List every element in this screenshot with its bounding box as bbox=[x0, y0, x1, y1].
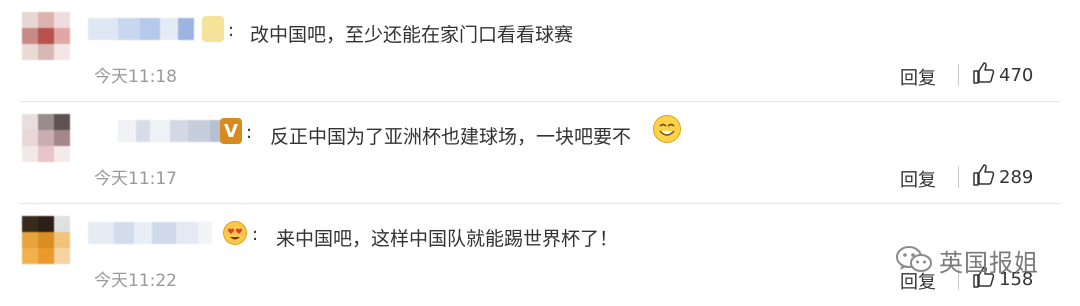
username-blurred[interactable] bbox=[88, 222, 212, 244]
reply-button[interactable]: 回复 bbox=[900, 166, 936, 192]
heart-eyes-emoji-icon bbox=[223, 221, 247, 245]
watermark: 英国报姐 bbox=[895, 244, 1039, 277]
thumbs-up-icon[interactable] bbox=[972, 163, 996, 187]
smile-emoji-icon bbox=[653, 115, 681, 143]
thumbs-up-icon[interactable] bbox=[972, 61, 996, 85]
comment-time: 今天11:22 bbox=[94, 271, 177, 291]
username-blurred[interactable] bbox=[118, 120, 236, 142]
wechat-icon bbox=[896, 246, 932, 272]
avatar[interactable] bbox=[22, 216, 70, 264]
comment-time: 今天11:18 bbox=[94, 67, 177, 87]
like-count: 470 bbox=[999, 65, 1034, 86]
separator bbox=[958, 64, 959, 86]
comment-item: V : 反正中国为了亚洲杯也建球场，一块吧要不 今天11:17 回复 289 bbox=[0, 102, 1080, 204]
comment-text: 反正中国为了亚洲杯也建球场，一块吧要不 bbox=[270, 126, 632, 148]
comment-item: : 改中国吧，至少还能在家门口看看球赛 今天11:18 回复 470 bbox=[0, 0, 1080, 102]
username-blurred[interactable] bbox=[88, 18, 194, 40]
separator bbox=[958, 166, 959, 188]
reply-button[interactable]: 回复 bbox=[900, 64, 936, 90]
comment-time: 今天11:17 bbox=[94, 169, 177, 189]
colon: : bbox=[252, 224, 259, 245]
colon: : bbox=[228, 20, 235, 41]
comment-text: 来中国吧，这样中国队就能踢世界杯了！ bbox=[276, 228, 619, 250]
like-count: 289 bbox=[999, 167, 1034, 188]
colon: : bbox=[246, 122, 253, 143]
user-badge bbox=[202, 16, 224, 42]
watermark-text: 英国报姐 bbox=[939, 248, 1039, 277]
comment-text: 改中国吧，至少还能在家门口看看球赛 bbox=[250, 24, 574, 46]
v-verified-icon: V bbox=[220, 118, 242, 144]
avatar[interactable] bbox=[22, 12, 70, 60]
avatar[interactable] bbox=[22, 114, 70, 162]
